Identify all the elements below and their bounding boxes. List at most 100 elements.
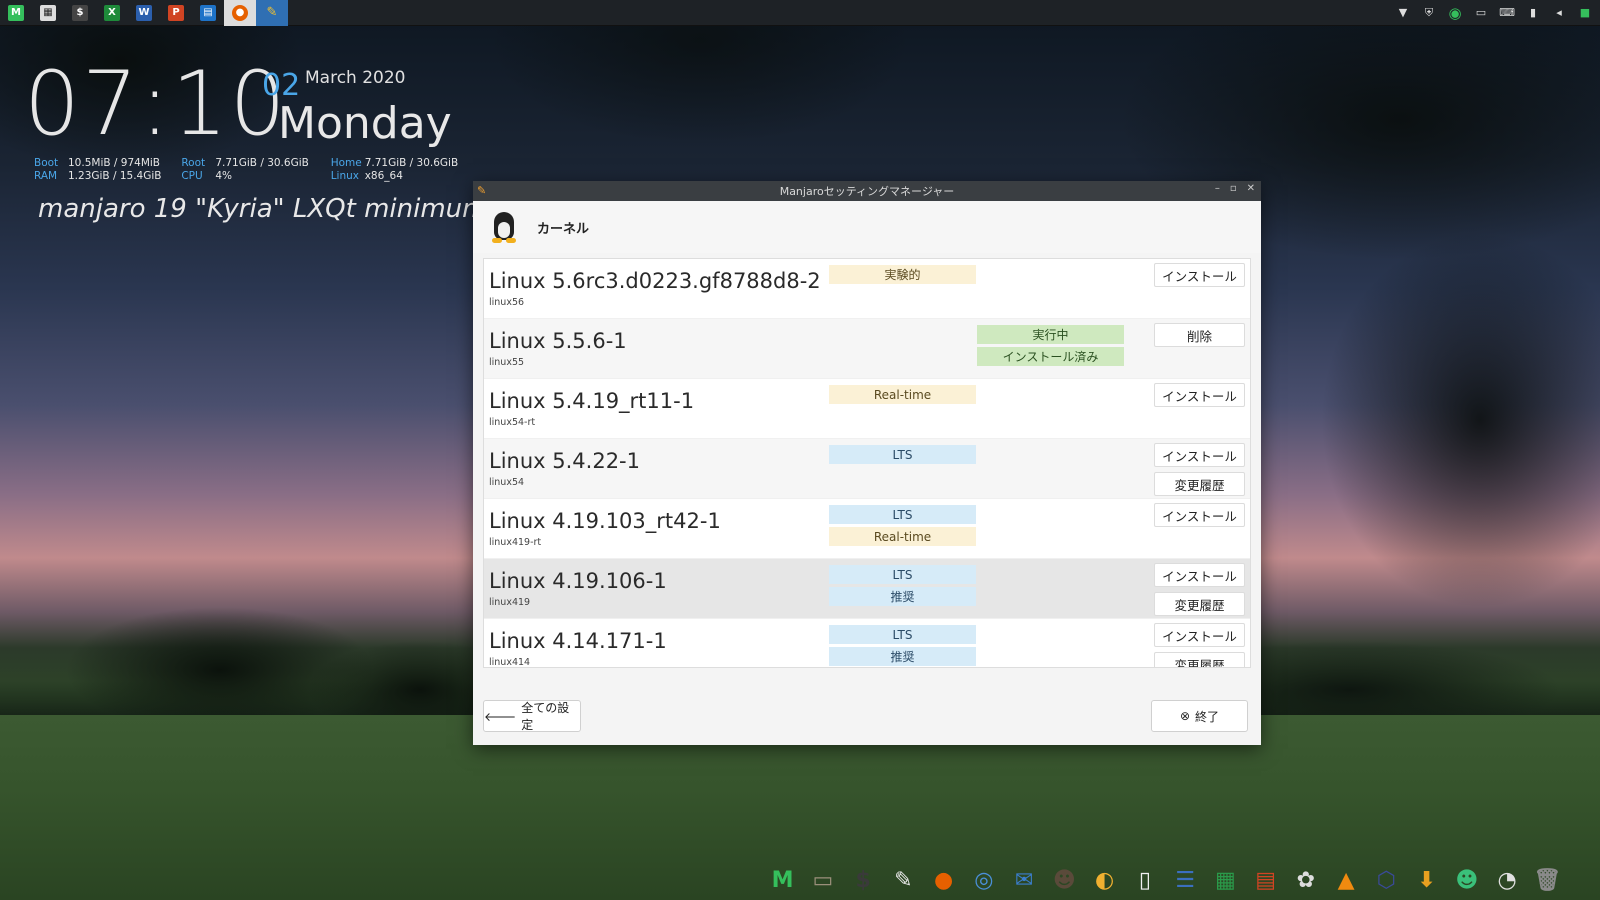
notification-icon[interactable]: ■: [1578, 6, 1592, 20]
presentation-icon[interactable]: P: [160, 0, 192, 26]
text-editor-icon[interactable]: ✎: [887, 865, 920, 897]
minimize-icon[interactable]: –: [1215, 183, 1220, 194]
stat-label: Root: [181, 157, 206, 169]
manjaro-icon[interactable]: M: [766, 865, 799, 897]
stat-value: 4%: [215, 170, 233, 182]
kernel-package: linux419-rt: [489, 537, 542, 548]
kernel-row[interactable]: Linux 5.6rc3.d0223.gf8788d8-2 linux56 実験的 イ…: [484, 259, 1250, 319]
kernel-tag-lts: LTS: [829, 625, 976, 644]
firefox-icon[interactable]: ●: [224, 0, 256, 26]
install-button[interactable]: インストール: [1154, 623, 1245, 647]
kernel-package: linux55: [489, 357, 525, 368]
top-panel: M ▦ $ X W P ▤ ● ✎ ▼ ⛨ ◉ ▭ ⌨ ▮ ◂ ■: [0, 0, 1600, 26]
stat-value: 7.71GiB / 30.6GiB: [364, 157, 459, 169]
system-tray: ▼ ⛨ ◉ ▭ ⌨ ▮ ◂ ■: [1396, 4, 1600, 22]
trash-icon[interactable]: 🗑: [1531, 865, 1564, 897]
settings-manager-window: ✎ Manjaroセッティングマネージャー – ▫ ✕ カーネル Linux 5…: [473, 181, 1261, 745]
install-button[interactable]: インストール: [1154, 503, 1245, 527]
kernel-row[interactable]: Linux 4.19.103_rt42-1 linux419-rt LTS Real-…: [484, 499, 1250, 559]
install-button[interactable]: インストール: [1154, 443, 1245, 467]
stat-label: Boot: [34, 157, 59, 169]
kernel-tag-rec: 推奨: [829, 587, 976, 606]
battery-icon[interactable]: ▮: [1526, 6, 1540, 20]
kernel-tag-rec: 推奨: [829, 647, 976, 666]
kernel-row[interactable]: Linux 5.5.6-1 linux55 実行中インストール済み 削除: [484, 319, 1250, 379]
kernel-tag-rt: Real-time: [829, 385, 976, 404]
install-button[interactable]: インストール: [1154, 263, 1245, 287]
kernel-package: linux54: [489, 477, 525, 488]
kernel-package: linux419: [489, 597, 531, 608]
kernel-row[interactable]: Linux 4.19.106-1 linux419 LTS 推奨 インストール 変更履歴: [484, 559, 1250, 619]
display-icon[interactable]: ▭: [1474, 6, 1488, 20]
kernel-list[interactable]: Linux 5.6rc3.d0223.gf8788d8-2 linux56 実験的イ…: [483, 258, 1251, 668]
kernel-package: linux56: [489, 297, 525, 308]
changelog-button[interactable]: 変更履歴: [1154, 472, 1245, 496]
stat-value: 7.71GiB / 30.6GiB: [215, 157, 309, 169]
stat-label: Home: [330, 157, 362, 169]
page-header: カーネル: [473, 201, 1261, 253]
firefox-icon[interactable]: ●: [927, 865, 960, 897]
keyboard-icon[interactable]: ⌨: [1499, 6, 1515, 20]
kernel-tag-lts: LTS: [829, 505, 976, 524]
network-icon[interactable]: ▼: [1396, 6, 1410, 20]
calc-icon[interactable]: ▦: [1209, 865, 1242, 897]
install-button[interactable]: インストール: [1154, 563, 1245, 587]
gimp-icon[interactable]: ☻: [1048, 865, 1081, 897]
system-stats: Boot 10.5MiB / 974MiB Root 7.71GiB / 30.6G…: [34, 157, 458, 183]
kernel-row[interactable]: Linux 5.4.19_rt11-1 linux54-rt Real-time イン…: [484, 379, 1250, 439]
kernel-tag-run: 実行中: [977, 325, 1124, 344]
stat-label: Linux: [330, 170, 359, 182]
calendar-icon[interactable]: ▤: [192, 0, 224, 26]
kernel-row[interactable]: Linux 5.4.22-1 linux54 LTS インストール 変更履歴: [484, 439, 1250, 499]
quit-button[interactable]: ⊗ 終了: [1151, 700, 1248, 732]
night-mode-icon[interactable]: ◐: [1088, 865, 1121, 897]
close-circle-icon: ⊗: [1179, 709, 1191, 723]
manjaro-menu-icon[interactable]: M: [0, 0, 32, 26]
distro-label: manjaro 19 "Kyria" LXQt minimum: [38, 194, 488, 224]
vlc-icon[interactable]: ▲: [1330, 865, 1363, 897]
kernel-tag-lts: LTS: [829, 565, 976, 584]
writer-icon[interactable]: ☰: [1169, 865, 1202, 897]
stat-value: x86_64: [364, 170, 403, 182]
kernel-tag-inst: インストール済み: [977, 347, 1124, 366]
clock-weekday: Monday: [278, 98, 452, 149]
download-icon[interactable]: ⬇: [1410, 865, 1443, 897]
settings-wrench-icon[interactable]: ✎: [256, 0, 288, 26]
stat-label: CPU: [181, 170, 203, 182]
volume-icon[interactable]: ◂: [1552, 6, 1566, 20]
ghost-icon[interactable]: ☻: [1450, 865, 1483, 897]
window-titlebar[interactable]: ✎ Manjaroセッティングマネージャー – ▫ ✕: [473, 181, 1261, 201]
terminal-icon[interactable]: $: [847, 865, 880, 897]
media-icon[interactable]: ✿: [1289, 865, 1322, 897]
dock: M ▭ $ ✎ ● ◎ ✉ ☻ ◐ ▯ ☰ ▦ ▤ ✿ ▲ ⬡ ⬇ ☻ ◔ 🗑: [762, 861, 1564, 900]
kernel-name: Linux 5.6rc3.d0223.gf8788d8-2: [489, 269, 821, 293]
shield-icon[interactable]: ⛨: [1422, 6, 1436, 20]
remove-button[interactable]: 削除: [1154, 323, 1245, 347]
desktop-switcher-icon[interactable]: ▦: [32, 0, 64, 26]
tux-penguin-icon: [489, 210, 519, 244]
all-settings-button[interactable]: 🡐 全ての設定: [483, 700, 581, 732]
window-title: Manjaroセッティングマネージャー: [779, 185, 955, 198]
file-manager-icon[interactable]: ▭: [806, 865, 839, 897]
thunderbird-icon[interactable]: ✉: [1008, 865, 1041, 897]
spreadsheet-icon[interactable]: X: [96, 0, 128, 26]
changelog-button[interactable]: 変更履歴: [1154, 592, 1245, 616]
kernel-tag-exp: 実験的: [829, 265, 976, 284]
word-processor-icon[interactable]: W: [128, 0, 160, 26]
impress-icon[interactable]: ▤: [1249, 865, 1282, 897]
kernel-row[interactable]: Linux 4.14.171-1 linux414 LTS 推奨 インストール 変更履歴: [484, 619, 1250, 667]
changelog-button[interactable]: 変更履歴: [1154, 652, 1245, 667]
install-button[interactable]: インストール: [1154, 383, 1245, 407]
close-icon[interactable]: ✕: [1247, 183, 1255, 194]
maximize-icon[interactable]: ▫: [1230, 183, 1237, 194]
screenshot-icon[interactable]: ⬡: [1370, 865, 1403, 897]
kernel-name: Linux 5.4.22-1: [489, 449, 640, 473]
chromium-icon[interactable]: ◎: [967, 865, 1000, 897]
terminal-icon[interactable]: $: [64, 0, 96, 26]
update-icon[interactable]: ◉: [1448, 4, 1462, 22]
kernel-name: Linux 5.5.6-1: [489, 329, 627, 353]
stat-value: 1.23GiB / 15.4GiB: [68, 170, 162, 182]
document-icon[interactable]: ▯: [1128, 865, 1161, 897]
clock-icon[interactable]: ◔: [1491, 865, 1524, 897]
kernel-name: Linux 5.4.19_rt11-1: [489, 389, 695, 413]
